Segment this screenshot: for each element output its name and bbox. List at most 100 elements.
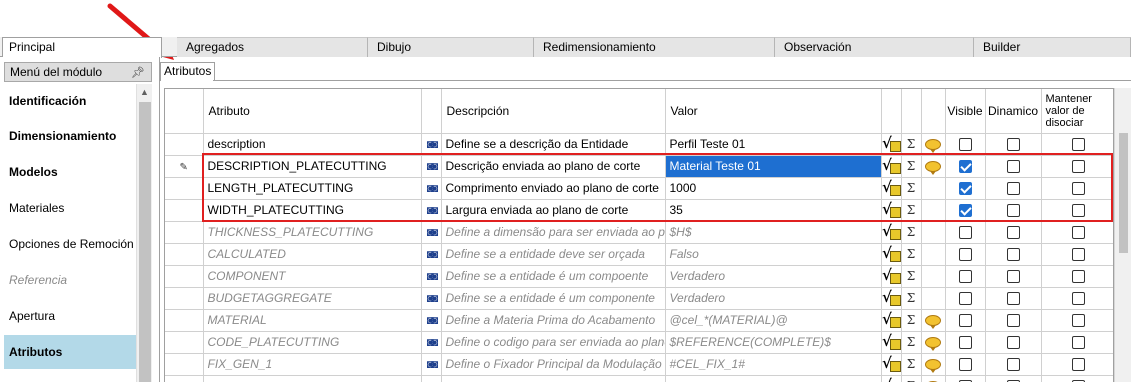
description-cell[interactable]: Define se a entidade deve ser orçada	[441, 243, 666, 266]
formula-icon[interactable]	[882, 156, 900, 174]
menu-item-opciones-remocion[interactable]: Opciones de Remoción	[4, 227, 136, 261]
description-cell[interactable]	[441, 375, 666, 382]
row-indicator[interactable]	[165, 243, 204, 266]
sigma-icon[interactable]: Σ	[907, 203, 915, 217]
comment-bubble-icon[interactable]	[925, 337, 941, 352]
column-header-atributo[interactable]: Atributo	[203, 89, 422, 134]
visible-checkbox[interactable]	[958, 336, 972, 350]
formula-cell[interactable]	[881, 331, 902, 354]
row-indicator[interactable]: ✎	[165, 155, 204, 178]
search-cell[interactable]: ◙◙	[421, 221, 442, 244]
comment-cell[interactable]	[921, 243, 946, 266]
binoculars-icon[interactable]: ◙◙	[427, 335, 438, 349]
mantener-checkbox[interactable]	[1071, 182, 1085, 196]
comment-cell[interactable]	[921, 177, 946, 200]
table-row[interactable]: COMPONENT ◙◙ Define se a entidade é um com…	[165, 265, 1113, 288]
sum-cell[interactable]: Σ	[901, 243, 922, 266]
tab-redimensionamiento[interactable]: Redimensionamiento	[534, 37, 775, 57]
menu-item-atributos[interactable]: Atributos	[4, 335, 136, 369]
comment-bubble-icon[interactable]	[925, 315, 941, 330]
formula-icon[interactable]	[882, 310, 900, 328]
menu-item-apertura[interactable]: Apertura	[4, 299, 136, 333]
module-menu-scrollbar[interactable]: ▲	[136, 84, 152, 382]
pin-icon[interactable]: 📌︎	[131, 64, 145, 82]
sigma-icon[interactable]: Σ	[907, 269, 915, 283]
formula-icon[interactable]	[882, 134, 900, 152]
attribute-name-cell[interactable]: CALCULATED	[203, 243, 422, 266]
table-row[interactable]: THICKNESS_PLATECUTTING ◙◙ Define a dimensã…	[165, 221, 1113, 244]
attribute-name-cell[interactable]: LENGTH_PLATECUTTING	[203, 177, 422, 200]
attribute-name-cell[interactable]: BUDGETAGGREGATE	[203, 287, 422, 310]
table-row[interactable]: BUDGETAGGREGATE ◙◙ Define se a entidade é …	[165, 287, 1113, 310]
description-cell[interactable]: Define a Materia Prima do Acabamento	[441, 309, 666, 332]
visible-checkbox[interactable]	[958, 138, 972, 152]
grid-scroll-thumb[interactable]	[1119, 133, 1128, 253]
column-header-valor[interactable]: Valor	[665, 89, 882, 134]
mantener-checkbox[interactable]	[1071, 336, 1085, 350]
value-cell[interactable]: @cel_*(MATERIAL)@	[665, 309, 882, 332]
binoculars-icon[interactable]: ◙◙	[427, 269, 438, 283]
table-row[interactable]: ◙◙ Σ	[165, 375, 1113, 382]
attribute-name-cell[interactable]	[203, 375, 422, 382]
table-row[interactable]: FIX_GEN_1 ◙◙ Define o Fixador Principal da…	[165, 353, 1113, 376]
comment-cell[interactable]	[921, 353, 946, 376]
mantener-checkbox[interactable]	[1071, 204, 1085, 218]
mantener-checkbox[interactable]	[1071, 226, 1085, 240]
visible-checkbox[interactable]	[958, 292, 972, 306]
attribute-name-cell[interactable]: DESCRIPTION_PLATECUTTING	[203, 155, 422, 178]
search-cell[interactable]: ◙◙	[421, 375, 442, 382]
binoculars-icon[interactable]: ◙◙	[427, 137, 438, 151]
menu-item-dimensionamiento[interactable]: Dimensionamiento	[4, 119, 136, 153]
comment-cell[interactable]	[921, 221, 946, 244]
dinamico-checkbox[interactable]	[1006, 204, 1020, 218]
binoculars-icon[interactable]: ◙◙	[427, 313, 438, 327]
visible-checkbox[interactable]	[958, 358, 972, 372]
mantener-checkbox[interactable]	[1071, 138, 1085, 152]
dinamico-checkbox[interactable]	[1006, 248, 1020, 262]
binoculars-icon[interactable]: ◙◙	[427, 159, 438, 173]
attribute-name-cell[interactable]: THICKNESS_PLATECUTTING	[203, 221, 422, 244]
comment-cell[interactable]	[921, 331, 946, 354]
formula-cell[interactable]	[881, 199, 902, 222]
value-cell[interactable]: $REFERENCE(COMPLETE)$	[665, 331, 882, 354]
search-cell[interactable]: ◙◙	[421, 309, 442, 332]
description-cell[interactable]: Comprimento enviado ao plano de corte	[441, 177, 666, 200]
sum-cell[interactable]: Σ	[901, 221, 922, 244]
formula-cell[interactable]	[881, 353, 902, 376]
table-row[interactable]: LENGTH_PLATECUTTING ◙◙ Comprimento enviado…	[165, 177, 1113, 200]
comment-bubble-icon[interactable]	[925, 359, 941, 374]
mantener-checkbox[interactable]	[1071, 160, 1085, 174]
sigma-icon[interactable]: Σ	[907, 313, 915, 327]
formula-icon[interactable]	[882, 200, 900, 218]
sum-cell[interactable]: Σ	[901, 375, 922, 382]
mantener-checkbox[interactable]	[1071, 248, 1085, 262]
comment-cell[interactable]	[921, 155, 946, 178]
sigma-icon[interactable]: Σ	[907, 181, 915, 195]
sigma-icon[interactable]: Σ	[907, 225, 915, 239]
sigma-icon[interactable]: Σ	[907, 291, 915, 305]
tab-agregados[interactable]: Agregados	[177, 37, 368, 57]
row-indicator[interactable]	[165, 177, 204, 200]
visible-checkbox[interactable]	[958, 182, 972, 196]
mantener-checkbox[interactable]	[1071, 314, 1085, 328]
value-cell[interactable]: Perfil Teste 01	[665, 133, 882, 156]
formula-icon[interactable]	[882, 376, 900, 382]
dinamico-checkbox[interactable]	[1006, 226, 1020, 240]
sum-cell[interactable]: Σ	[901, 155, 922, 178]
dinamico-checkbox[interactable]	[1006, 292, 1020, 306]
formula-cell[interactable]	[881, 287, 902, 310]
table-row[interactable]: ✎ DESCRIPTION_PLATECUTTING ◙◙ Descrição env…	[165, 155, 1113, 178]
sigma-icon[interactable]: Σ	[907, 335, 915, 349]
binoculars-icon[interactable]: ◙◙	[427, 203, 438, 217]
tab-atributos[interactable]: Atributos	[160, 62, 216, 81]
visible-checkbox[interactable]	[958, 160, 972, 174]
menu-item-identificacion[interactable]: Identificación	[4, 84, 136, 118]
comment-cell[interactable]	[921, 265, 946, 288]
dinamico-checkbox[interactable]	[1006, 270, 1020, 284]
search-cell[interactable]: ◙◙	[421, 265, 442, 288]
dinamico-checkbox[interactable]	[1006, 314, 1020, 328]
mantener-checkbox[interactable]	[1071, 270, 1085, 284]
search-cell[interactable]: ◙◙	[421, 287, 442, 310]
search-cell[interactable]: ◙◙	[421, 133, 442, 156]
sigma-icon[interactable]: Σ	[907, 247, 915, 261]
